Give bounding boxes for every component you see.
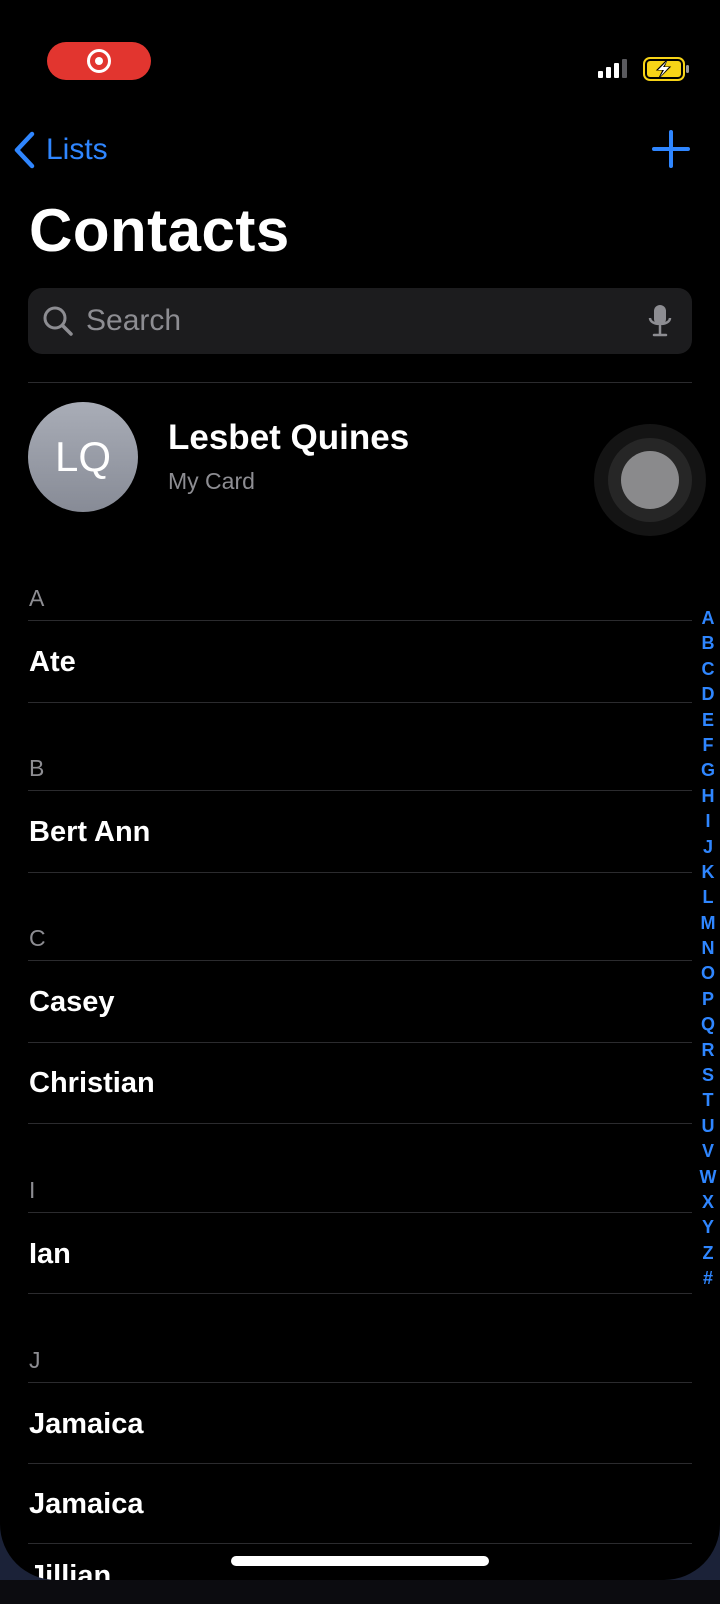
index-letter[interactable]: W: [696, 1165, 720, 1190]
home-indicator[interactable]: [231, 1556, 489, 1566]
add-contact-button[interactable]: [650, 128, 692, 170]
divider: [28, 1123, 692, 1124]
index-letter[interactable]: N: [696, 936, 720, 961]
divider: [28, 960, 692, 961]
divider: [28, 620, 692, 621]
microphone-icon[interactable]: [648, 304, 672, 338]
index-letter[interactable]: I: [696, 809, 720, 834]
cellular-signal-icon: [598, 59, 627, 78]
index-letter[interactable]: T: [696, 1088, 720, 1113]
divider: [28, 702, 692, 703]
screen-record-icon: [87, 49, 111, 73]
avatar: LQ: [28, 402, 138, 512]
back-label: Lists: [46, 133, 108, 166]
index-letter[interactable]: U: [696, 1114, 720, 1139]
battery-charging-icon: [643, 57, 689, 81]
index-letter[interactable]: B: [696, 631, 720, 656]
contact-row[interactable]: Bert Ann: [29, 792, 669, 872]
index-letter[interactable]: R: [696, 1038, 720, 1063]
search-icon: [43, 306, 73, 336]
index-letter[interactable]: V: [696, 1139, 720, 1164]
contact-row-partial[interactable]: Jillian: [29, 1560, 111, 1580]
index-letter[interactable]: X: [696, 1190, 720, 1215]
index-letter[interactable]: S: [696, 1063, 720, 1088]
index-letter[interactable]: Q: [696, 1012, 720, 1037]
index-letter[interactable]: G: [696, 758, 720, 783]
my-card-name: Lesbet Quines: [168, 418, 410, 457]
my-card[interactable]: LQ Lesbet Quines My Card: [28, 402, 692, 514]
index-letter[interactable]: L: [696, 885, 720, 910]
contacts-screen: Lists Contacts LQ Lesbet Quines My Card …: [0, 0, 720, 1580]
divider: [28, 872, 692, 873]
back-button[interactable]: Lists: [12, 130, 108, 170]
contact-row[interactable]: Ian: [29, 1214, 669, 1294]
index-letter[interactable]: H: [696, 784, 720, 809]
contact-row[interactable]: Ate: [29, 622, 669, 702]
divider: [28, 1293, 692, 1294]
index-letter[interactable]: F: [696, 733, 720, 758]
contact-row[interactable]: Jamaica: [29, 1464, 669, 1544]
divider: [28, 1212, 692, 1213]
index-letter[interactable]: M: [696, 911, 720, 936]
chevron-left-icon: [14, 131, 35, 169]
index-letter[interactable]: #: [696, 1266, 720, 1291]
section-header-b: B: [29, 755, 45, 781]
contact-row[interactable]: Christian: [29, 1043, 669, 1123]
section-header-c: C: [29, 925, 46, 951]
my-card-subtitle: My Card: [168, 468, 255, 494]
alphabet-index[interactable]: A B C D E F G H I J K L M N O P Q R S T …: [696, 606, 720, 1292]
index-letter[interactable]: A: [696, 606, 720, 631]
search-input[interactable]: [86, 298, 646, 344]
index-letter[interactable]: O: [696, 961, 720, 986]
divider: [28, 1543, 692, 1544]
screen-record-indicator[interactable]: [47, 42, 151, 80]
page-title: Contacts: [29, 197, 290, 264]
section-header-a: A: [29, 585, 45, 611]
index-letter[interactable]: D: [696, 682, 720, 707]
index-letter[interactable]: J: [696, 835, 720, 860]
index-letter[interactable]: Z: [696, 1241, 720, 1266]
index-letter[interactable]: E: [696, 708, 720, 733]
divider: [28, 382, 692, 383]
divider: [28, 790, 692, 791]
section-header-j: J: [29, 1347, 41, 1373]
section-header-i: I: [29, 1177, 36, 1203]
contact-row[interactable]: Jamaica: [29, 1384, 669, 1464]
assistive-touch-button[interactable]: [594, 424, 706, 536]
index-letter[interactable]: P: [696, 987, 720, 1012]
screen-edge: [0, 1580, 720, 1604]
index-letter[interactable]: K: [696, 860, 720, 885]
index-letter[interactable]: Y: [696, 1215, 720, 1240]
divider: [28, 1382, 692, 1383]
index-letter[interactable]: C: [696, 657, 720, 682]
contact-row[interactable]: Casey: [29, 962, 669, 1042]
search-bar[interactable]: [28, 288, 692, 354]
